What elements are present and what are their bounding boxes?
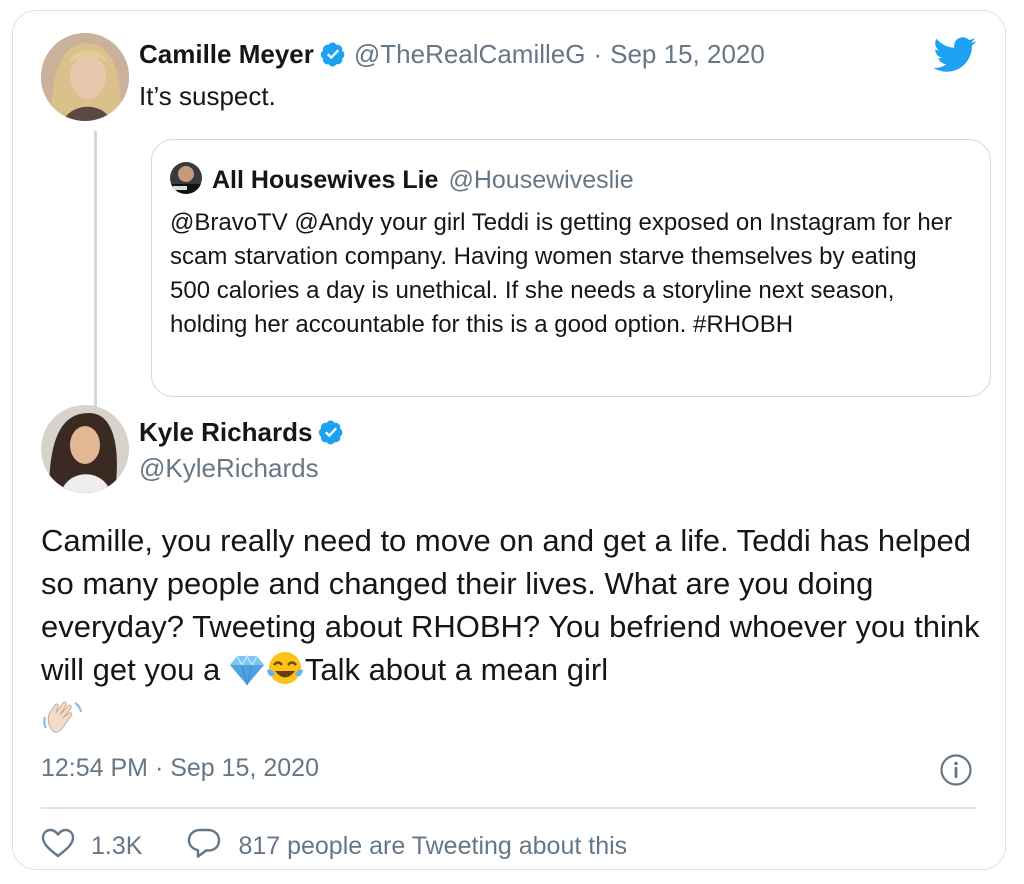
first-tweet-text: It’s suspect. <box>139 81 276 111</box>
twitter-bird-icon[interactable] <box>933 37 977 78</box>
camille-handle[interactable]: @TheRealCamilleG <box>354 39 586 69</box>
kyle-name[interactable]: Kyle Richards <box>139 417 312 447</box>
first-tweet-date[interactable]: Sep 15, 2020 <box>610 39 765 69</box>
main-tweet-text: Camille, you really need to move on and … <box>41 519 991 750</box>
reply-bubble-icon <box>186 827 238 866</box>
verified-badge-icon <box>320 41 346 73</box>
info-icon[interactable] <box>939 753 973 792</box>
reply-conversation-button[interactable]: 817 people are Tweeting about this <box>186 827 627 866</box>
thread-connector-line <box>94 131 97 407</box>
housewives-avatar <box>170 162 202 194</box>
waving-hand-emoji <box>41 697 85 750</box>
like-button[interactable]: 1.3K <box>41 828 142 865</box>
like-count: 1.3K <box>91 832 143 860</box>
tears-of-joy-emoji <box>265 650 305 697</box>
main-tweet-timestamp[interactable]: 12:54 PM · Sep 15, 2020 <box>41 753 319 783</box>
quoted-tweet-header: All Housewives Lie @Housewiveslie <box>170 162 634 195</box>
kyle-avatar[interactable] <box>41 405 129 493</box>
action-bar: 1.3K 817 people are Tweeting about this <box>41 827 627 866</box>
conversation-count-text: 817 people are Tweeting about this <box>238 832 628 860</box>
quoted-tweet-text: @BravoTV @Andy your girl Teddi is gettin… <box>170 209 953 338</box>
verified-badge-icon <box>318 419 344 451</box>
camille-name[interactable]: Camille Meyer <box>139 39 314 69</box>
gem-emoji <box>229 654 265 697</box>
main-tweet-text-part2: Talk about a mean girl <box>304 652 609 687</box>
housewives-handle: @Housewiveslie <box>448 166 634 194</box>
first-tweet-header: Camille Meyer @TheRealCamilleG · Sep 15, 20… <box>139 39 765 73</box>
header-separator: · <box>593 39 603 69</box>
actions-divider <box>41 807 977 809</box>
quoted-tweet[interactable]: All Housewives Lie @Housewiveslie @BravoT… <box>151 139 991 397</box>
kyle-handle[interactable]: @KyleRichards <box>139 453 319 483</box>
camille-avatar[interactable] <box>41 33 129 121</box>
kyle-name-row: Kyle Richards <box>139 417 352 451</box>
tweet-card: Camille Meyer @TheRealCamilleG · Sep 15, 20… <box>12 10 1006 870</box>
heart-icon <box>41 828 91 865</box>
housewives-name: All Housewives Lie <box>212 166 439 194</box>
